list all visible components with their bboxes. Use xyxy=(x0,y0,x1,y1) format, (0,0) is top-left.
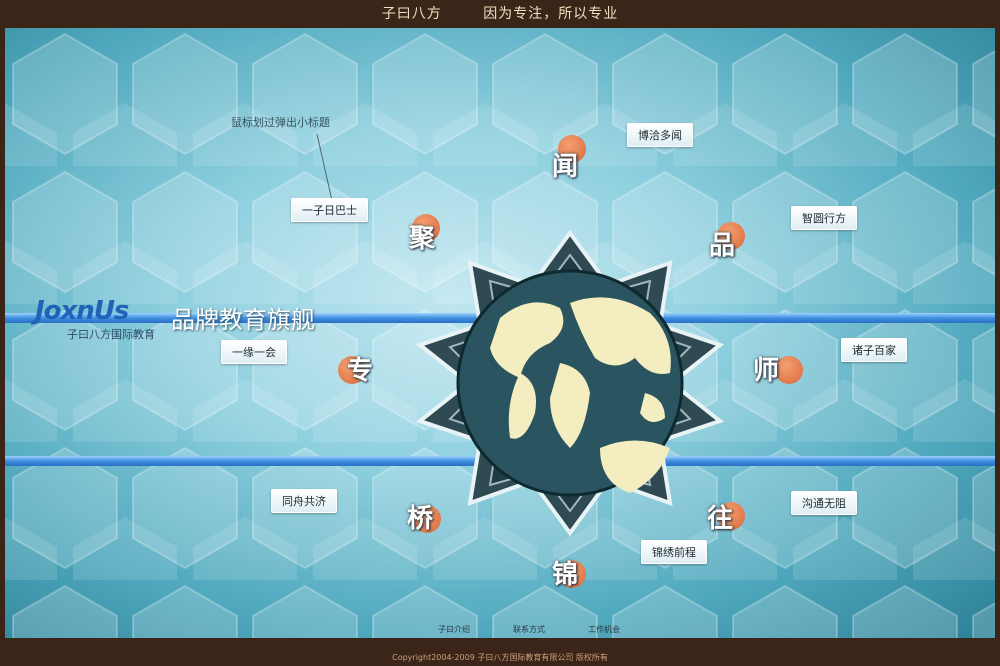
tag-wen[interactable]: 博洽多闻 xyxy=(627,123,693,147)
node-shi[interactable]: 师 xyxy=(753,350,779,387)
footer-link-about[interactable]: 子曰介绍 xyxy=(438,624,470,635)
site-slogan: 因为专注，所以专业 xyxy=(483,6,619,22)
tag-shi[interactable]: 诸子百家 xyxy=(841,338,907,362)
node-ju[interactable]: 聚 xyxy=(409,218,435,255)
brand-title: 品牌教育旗舰 xyxy=(171,306,315,334)
brand-logo[interactable]: JoxnUs xyxy=(35,296,129,326)
node-bubble-shi xyxy=(775,356,803,384)
top-bar: 子曰八方 因为专注，所以专业 xyxy=(0,0,1000,28)
brand-logo-subtitle: 子曰八方国际教育 xyxy=(67,328,155,341)
site-name: 子曰八方 xyxy=(381,6,442,22)
node-jin[interactable]: 锦 xyxy=(552,554,578,591)
tag-ju[interactable]: 一子日巴士 xyxy=(291,198,368,222)
node-pin[interactable]: 品 xyxy=(709,225,735,262)
main-stage: JoxnUs 子曰八方国际教育 品牌教育旗舰 鼠标划过弹出小标题 闻 博洽多闻 … xyxy=(5,28,995,638)
tag-qiao[interactable]: 同舟共济 xyxy=(271,489,337,513)
tag-jin[interactable]: 锦绣前程 xyxy=(641,540,707,564)
globe-emblem[interactable] xyxy=(410,223,730,543)
tag-pin[interactable]: 智圆行方 xyxy=(791,206,857,230)
tag-zhuan[interactable]: 一缘一会 xyxy=(221,340,287,364)
copyright-text: Copyright2004-2009 子曰八方国际教育有限公司 版权所有 xyxy=(392,653,608,662)
tag-wang[interactable]: 沟通无阻 xyxy=(791,491,857,515)
node-wang[interactable]: 往 xyxy=(707,498,733,535)
node-qiao[interactable]: 桥 xyxy=(407,498,433,535)
node-zhuan[interactable]: 专 xyxy=(347,350,373,387)
footer-link-jobs[interactable]: 工作机会 xyxy=(588,624,620,635)
node-wen[interactable]: 闻 xyxy=(552,146,578,183)
footer-link-contact[interactable]: 联系方式 xyxy=(513,624,545,635)
